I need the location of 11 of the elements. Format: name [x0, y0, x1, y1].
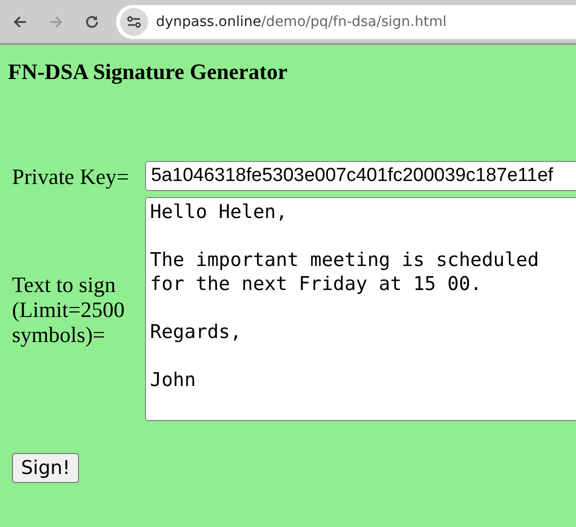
back-icon[interactable]: [12, 14, 28, 30]
page-title: FN-DSA Signature Generator: [8, 59, 288, 85]
private-key-field[interactable]: 5a1046318fe5303e007c401fc200039c187e11ef: [145, 161, 576, 191]
url-text: dynpass.online/demo/pq/fn-dsa/sign.html: [156, 14, 447, 30]
sign-button[interactable]: Sign!: [12, 453, 80, 483]
text-field[interactable]: Hello Helen, The important meeting is scheduled for the next Friday at 15 00. Regards, John: [145, 197, 576, 421]
reload-icon[interactable]: [84, 14, 100, 30]
site-settings-icon[interactable]: [120, 8, 148, 36]
address-bar[interactable]: dynpass.online/demo/pq/fn-dsa/sign.html: [116, 4, 576, 38]
text-label: Text to sign (Limit=2500 symbols)=: [12, 272, 126, 346]
private-key-label: Private Key=: [12, 164, 130, 188]
